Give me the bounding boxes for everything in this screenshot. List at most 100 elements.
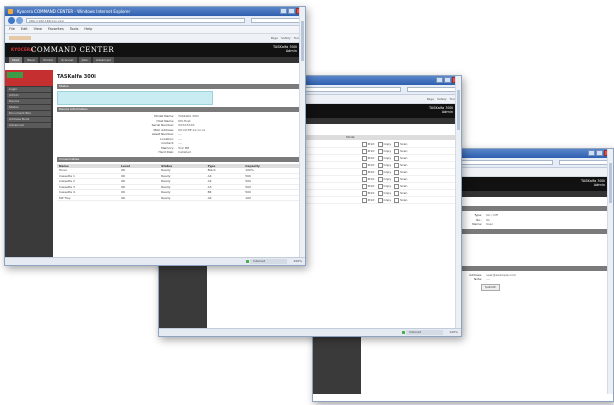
checkbox[interactable] [394, 190, 400, 196]
checkbox[interactable] [377, 141, 383, 147]
checkbox[interactable] [377, 169, 383, 175]
maximize-button[interactable] [444, 77, 451, 83]
checkbox[interactable] [394, 176, 400, 182]
section-header: Device Information [57, 107, 301, 112]
menu-favorites[interactable]: Favorites [48, 26, 64, 33]
tab-jobs[interactable]: Jobs [78, 57, 91, 63]
menu-tools[interactable]: Tools [70, 26, 79, 33]
search-input[interactable] [559, 160, 609, 165]
page-title: TASKalfa 300i [57, 74, 96, 80]
menu-bar: File Edit View Favorites Tools Help [5, 26, 305, 34]
tab-advanced[interactable]: Advanced [92, 57, 114, 63]
checkbox[interactable] [377, 183, 383, 189]
sidebar-item-advanced[interactable]: Advanced [7, 123, 51, 128]
checkbox[interactable] [394, 141, 400, 147]
model-info: TASKalfa 300i Admin [581, 179, 605, 187]
sidebar-item-status[interactable]: Status [7, 105, 51, 110]
app-icon [8, 9, 13, 14]
model-info: TASKalfa 300i Admin [429, 106, 453, 114]
url-field[interactable]: http://192.168.xxx.xxx/ [26, 18, 245, 23]
address-bar: http://192.168.xxx.xxx/ [5, 16, 305, 26]
zoom-level[interactable]: 100% [293, 259, 302, 264]
brand-name: COMMAND CENTER [31, 46, 115, 54]
model-info: TASKalfa 300i Admin [273, 45, 297, 53]
checkbox[interactable] [361, 197, 367, 203]
tab-basic[interactable]: Basic [24, 57, 39, 63]
security-zone: Internet [402, 330, 443, 335]
sidebar-item-admin[interactable]: Admin [7, 93, 51, 98]
checkbox[interactable] [377, 176, 383, 182]
section-header: Consumables [57, 156, 301, 162]
search-input[interactable] [407, 87, 457, 92]
tool-page[interactable]: Page [427, 97, 434, 101]
security-zone: Internet [246, 259, 287, 264]
status-bar: Internet 100% [5, 257, 305, 265]
checkbox[interactable] [361, 176, 367, 182]
checkbox[interactable] [394, 162, 400, 168]
tool-safety[interactable]: Safety [281, 36, 291, 40]
sidebar-banner [5, 70, 53, 86]
scrollbar[interactable] [299, 7, 305, 258]
minimize-button[interactable] [280, 8, 287, 14]
app-header: KYOCERA COMMAND CENTER TASKalfa 300i Adm… [5, 43, 305, 57]
checkbox[interactable] [361, 141, 367, 147]
checkbox[interactable] [377, 155, 383, 161]
menu-edit[interactable]: Edit [21, 26, 28, 33]
checkbox[interactable] [394, 169, 400, 175]
checkbox[interactable] [394, 155, 400, 161]
tab-start[interactable]: Start [9, 57, 23, 63]
checkbox[interactable] [394, 148, 400, 154]
main-content: TASKalfa 300i Status Device Information … [53, 70, 305, 258]
submit-button[interactable]: Submit [481, 283, 500, 291]
user-role: Admin [441, 110, 453, 114]
status-bar: Internet 100% [159, 328, 461, 336]
search-input[interactable] [251, 18, 301, 23]
minimize-button[interactable] [436, 77, 443, 83]
maximize-button[interactable] [288, 8, 295, 14]
device-info: Model Name: TASKalfa 300i Host Name: KM-Ho… [53, 114, 305, 155]
checkbox[interactable] [377, 162, 383, 168]
back-icon[interactable] [8, 17, 15, 24]
favorites-button[interactable] [9, 36, 31, 40]
checkbox[interactable] [377, 190, 383, 196]
checkbox[interactable] [361, 162, 367, 168]
consumables-table: Name Level Status Type Capacity Toner OK R… [57, 163, 301, 202]
minimize-button[interactable] [588, 150, 595, 156]
command-bar: Page Safety Tools [427, 97, 457, 101]
section-header: Status [57, 84, 301, 89]
checkbox[interactable] [361, 148, 367, 154]
scrollbar[interactable] [455, 76, 461, 329]
window-titlebar: Kyocera COMMAND CENTER - Windows Interne… [5, 7, 305, 16]
sidebar-item-device[interactable]: Device [7, 99, 51, 104]
favorites-bar: Page Safety Tools [5, 34, 305, 43]
zoom-level[interactable]: 100% [449, 330, 458, 335]
table-row: MP Tray OK Ready A4 100 [57, 195, 301, 201]
checkbox[interactable] [361, 190, 367, 196]
sidebar-item-login[interactable]: Login [7, 87, 51, 92]
window-title: Kyocera COMMAND CENTER - Windows Interne… [17, 9, 131, 14]
sidebar-item-address-book[interactable]: Address Book [7, 117, 51, 122]
menu-file[interactable]: File [9, 26, 15, 33]
checkbox[interactable] [361, 169, 367, 175]
checkbox[interactable] [394, 183, 400, 189]
status-box [57, 91, 214, 105]
menu-view[interactable]: View [34, 26, 42, 33]
menu-help[interactable]: Help [84, 26, 92, 33]
forward-icon[interactable] [16, 17, 23, 24]
status-indicator [7, 72, 23, 78]
tab-scanner[interactable]: Scanner [58, 57, 77, 63]
checkbox[interactable] [361, 183, 367, 189]
column-header-mode: Mode [346, 135, 355, 139]
browser-window-1: Kyocera COMMAND CENTER - Windows Interne… [4, 6, 306, 266]
tab-printer[interactable]: Printer [40, 57, 57, 63]
info-row: Hard Disk: Installed [158, 150, 191, 154]
tool-safety[interactable]: Safety [437, 97, 447, 101]
checkbox[interactable] [361, 155, 367, 161]
sidebar-item-document-box[interactable]: Document Box [7, 111, 51, 116]
scrollbar[interactable] [607, 149, 613, 394]
tool-page[interactable]: Page [271, 36, 278, 40]
checkbox[interactable] [394, 197, 400, 203]
checkbox[interactable] [377, 148, 383, 154]
checkbox[interactable] [377, 197, 383, 203]
maximize-button[interactable] [596, 150, 603, 156]
